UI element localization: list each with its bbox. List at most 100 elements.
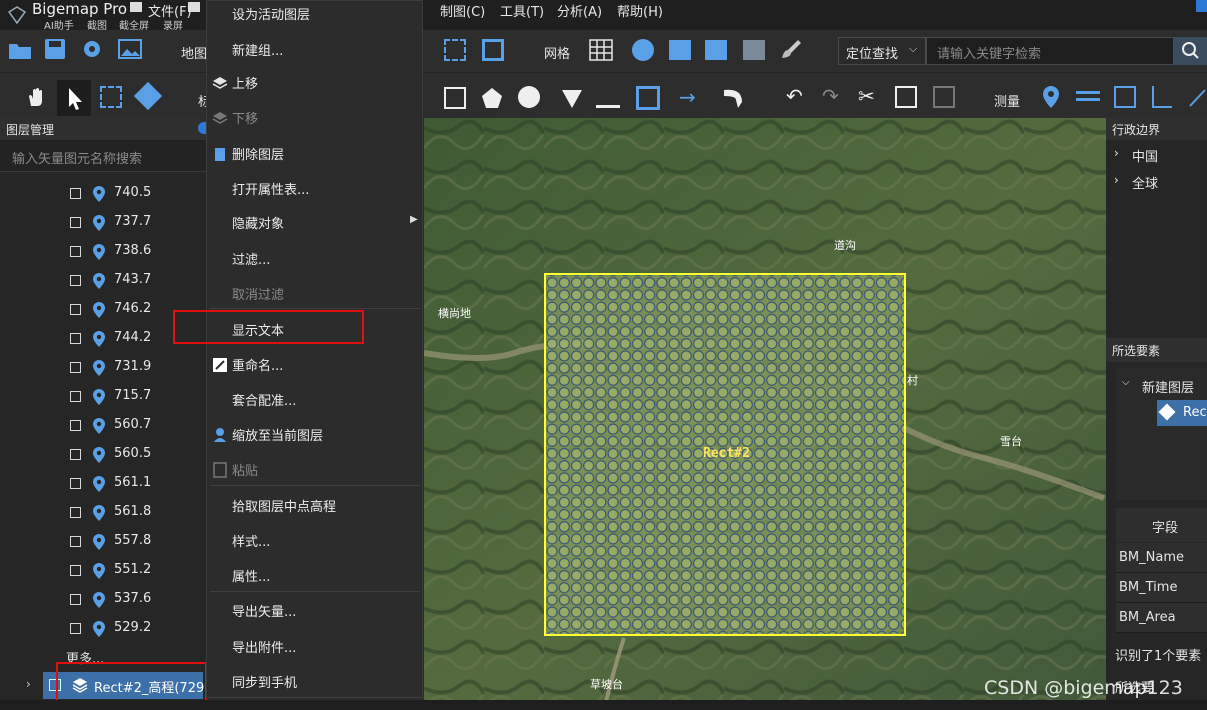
trash-icon (212, 146, 228, 162)
pan-hand-icon[interactable] (25, 86, 47, 112)
layer-list-item[interactable]: 731.9 (0, 354, 206, 383)
measure-label[interactable]: 测量 (994, 91, 1020, 110)
context-menu-label: 导出矢量... (232, 605, 297, 620)
layer-list-item[interactable]: 560.5 (0, 441, 206, 470)
pentagon-tool-icon[interactable] (480, 86, 504, 114)
panel-toggle-icon[interactable] (198, 122, 206, 134)
layers-down-icon (212, 110, 228, 126)
redo-icon[interactable]: ↷ (822, 86, 839, 106)
select-extent-icon[interactable] (444, 39, 466, 61)
item-checkbox[interactable] (70, 507, 81, 518)
location-pin-icon (93, 592, 105, 612)
triangle-tool-icon[interactable] (560, 86, 584, 114)
layer-list-item[interactable]: 740.5 (0, 180, 206, 209)
grid-label[interactable]: 网格 (544, 43, 570, 62)
field-header: 字段 (1152, 521, 1179, 536)
item-checkbox[interactable] (70, 333, 81, 344)
menu-help[interactable]: 帮助(H) (617, 1, 663, 20)
distance-icon[interactable] (1076, 91, 1100, 101)
open-folder-icon[interactable] (8, 40, 32, 64)
item-checkbox[interactable] (70, 275, 81, 286)
angle-icon[interactable] (1152, 86, 1172, 108)
layer-list-item[interactable]: 529.2 (0, 615, 206, 644)
folder-grid-icon[interactable] (743, 40, 765, 60)
brush-icon[interactable] (780, 38, 802, 64)
admin-item-global[interactable]: 全球 (1132, 173, 1158, 192)
window-accent (1196, 0, 1207, 12)
item-checkbox[interactable] (70, 565, 81, 576)
place-label: 道沟 (834, 239, 856, 252)
item-checkbox[interactable] (70, 449, 81, 460)
expand-chevron-icon[interactable]: › (1114, 173, 1119, 187)
height-icon[interactable] (1188, 86, 1207, 112)
menu-tools[interactable]: 工具(T) (500, 1, 544, 20)
paste-tool-icon[interactable] (933, 86, 955, 108)
image-icon[interactable] (118, 39, 142, 63)
admin-panel-title: 行政边界 (1112, 123, 1161, 137)
item-checkbox[interactable] (70, 188, 81, 199)
context-menu-label: 套合配准... (232, 394, 297, 409)
admin-item-china[interactable]: 中国 (1132, 146, 1158, 165)
place-label: 村 (907, 374, 918, 387)
layer-list-item[interactable]: 715.7 (0, 383, 206, 412)
layer-list-item[interactable]: 738.6 (0, 238, 206, 267)
menu-cartography[interactable]: 制图(C) (440, 1, 485, 20)
item-checkbox[interactable] (70, 217, 81, 228)
collapse-chevron-icon[interactable]: ⌵ (1122, 377, 1130, 388)
location-pin-icon (93, 505, 105, 525)
layer-list-item[interactable]: 560.7 (0, 412, 206, 441)
camera-icon[interactable] (130, 2, 142, 12)
undo-icon[interactable]: ↶ (786, 86, 803, 106)
grid-icon[interactable] (589, 39, 613, 65)
map-label[interactable]: 地图 (181, 43, 207, 62)
item-checkbox[interactable] (70, 362, 81, 373)
area-icon[interactable] (1114, 86, 1136, 108)
select-tool-button[interactable] (57, 80, 91, 116)
item-checkbox[interactable] (70, 478, 81, 489)
utm-grid-icon[interactable] (705, 40, 727, 60)
field-name: BM_Time (1119, 580, 1178, 595)
item-checkbox[interactable] (70, 536, 81, 547)
item-elevation: 743.7 (114, 272, 152, 287)
context-menu-label: 缩放至当前图层 (232, 429, 324, 444)
circle-tool-icon[interactable] (518, 86, 540, 108)
layer-list-item[interactable]: 557.8 (0, 528, 206, 557)
search-button[interactable] (1174, 37, 1207, 65)
expand-chevron-icon[interactable]: › (26, 677, 31, 691)
arrow-tool-icon[interactable]: → (679, 87, 696, 107)
scissors-icon[interactable]: ✂ (858, 86, 875, 106)
save-icon[interactable] (44, 38, 66, 64)
item-checkbox[interactable] (70, 391, 81, 402)
layer-list-item[interactable]: 551.2 (0, 557, 206, 586)
gear-icon[interactable] (81, 38, 103, 64)
copy-icon[interactable] (895, 86, 917, 108)
tree-root-item[interactable]: 新建图层 (1142, 377, 1194, 396)
item-checkbox[interactable] (70, 594, 81, 605)
layer-list-item[interactable]: 743.7 (0, 267, 206, 296)
location-pin-icon[interactable] (1040, 85, 1062, 113)
layer-list-item[interactable]: 561.8 (0, 499, 206, 528)
full-extent-icon[interactable] (482, 39, 504, 61)
expand-chevron-icon[interactable]: › (1114, 146, 1119, 160)
item-checkbox[interactable] (70, 623, 81, 634)
item-elevation: 537.6 (114, 591, 152, 606)
km-grid-icon[interactable] (669, 40, 691, 60)
item-checkbox[interactable] (70, 304, 81, 315)
layer-list-item[interactable]: 537.6 (0, 586, 206, 615)
measure-ruler-icon[interactable] (596, 86, 620, 108)
rectangle-tool-icon[interactable] (444, 87, 466, 109)
layer-panel-title: 图层管理 (6, 123, 55, 137)
text-frame-icon[interactable] (636, 86, 660, 110)
item-checkbox[interactable] (70, 420, 81, 431)
item-elevation: 561.8 (114, 504, 152, 519)
layer-list-item[interactable]: 561.1 (0, 470, 206, 499)
layer-list-item[interactable]: 737.7 (0, 209, 206, 238)
map-view[interactable] (424, 118, 1106, 710)
menu-analysis[interactable]: 分析(A) (557, 1, 602, 20)
globe-icon[interactable] (632, 39, 654, 61)
curve-tool-icon[interactable] (722, 86, 746, 114)
box-select-icon[interactable] (100, 86, 122, 108)
item-checkbox[interactable] (70, 246, 81, 257)
menu-highlight-box (173, 310, 364, 344)
menu-file[interactable]: 文件(F) (148, 1, 192, 20)
